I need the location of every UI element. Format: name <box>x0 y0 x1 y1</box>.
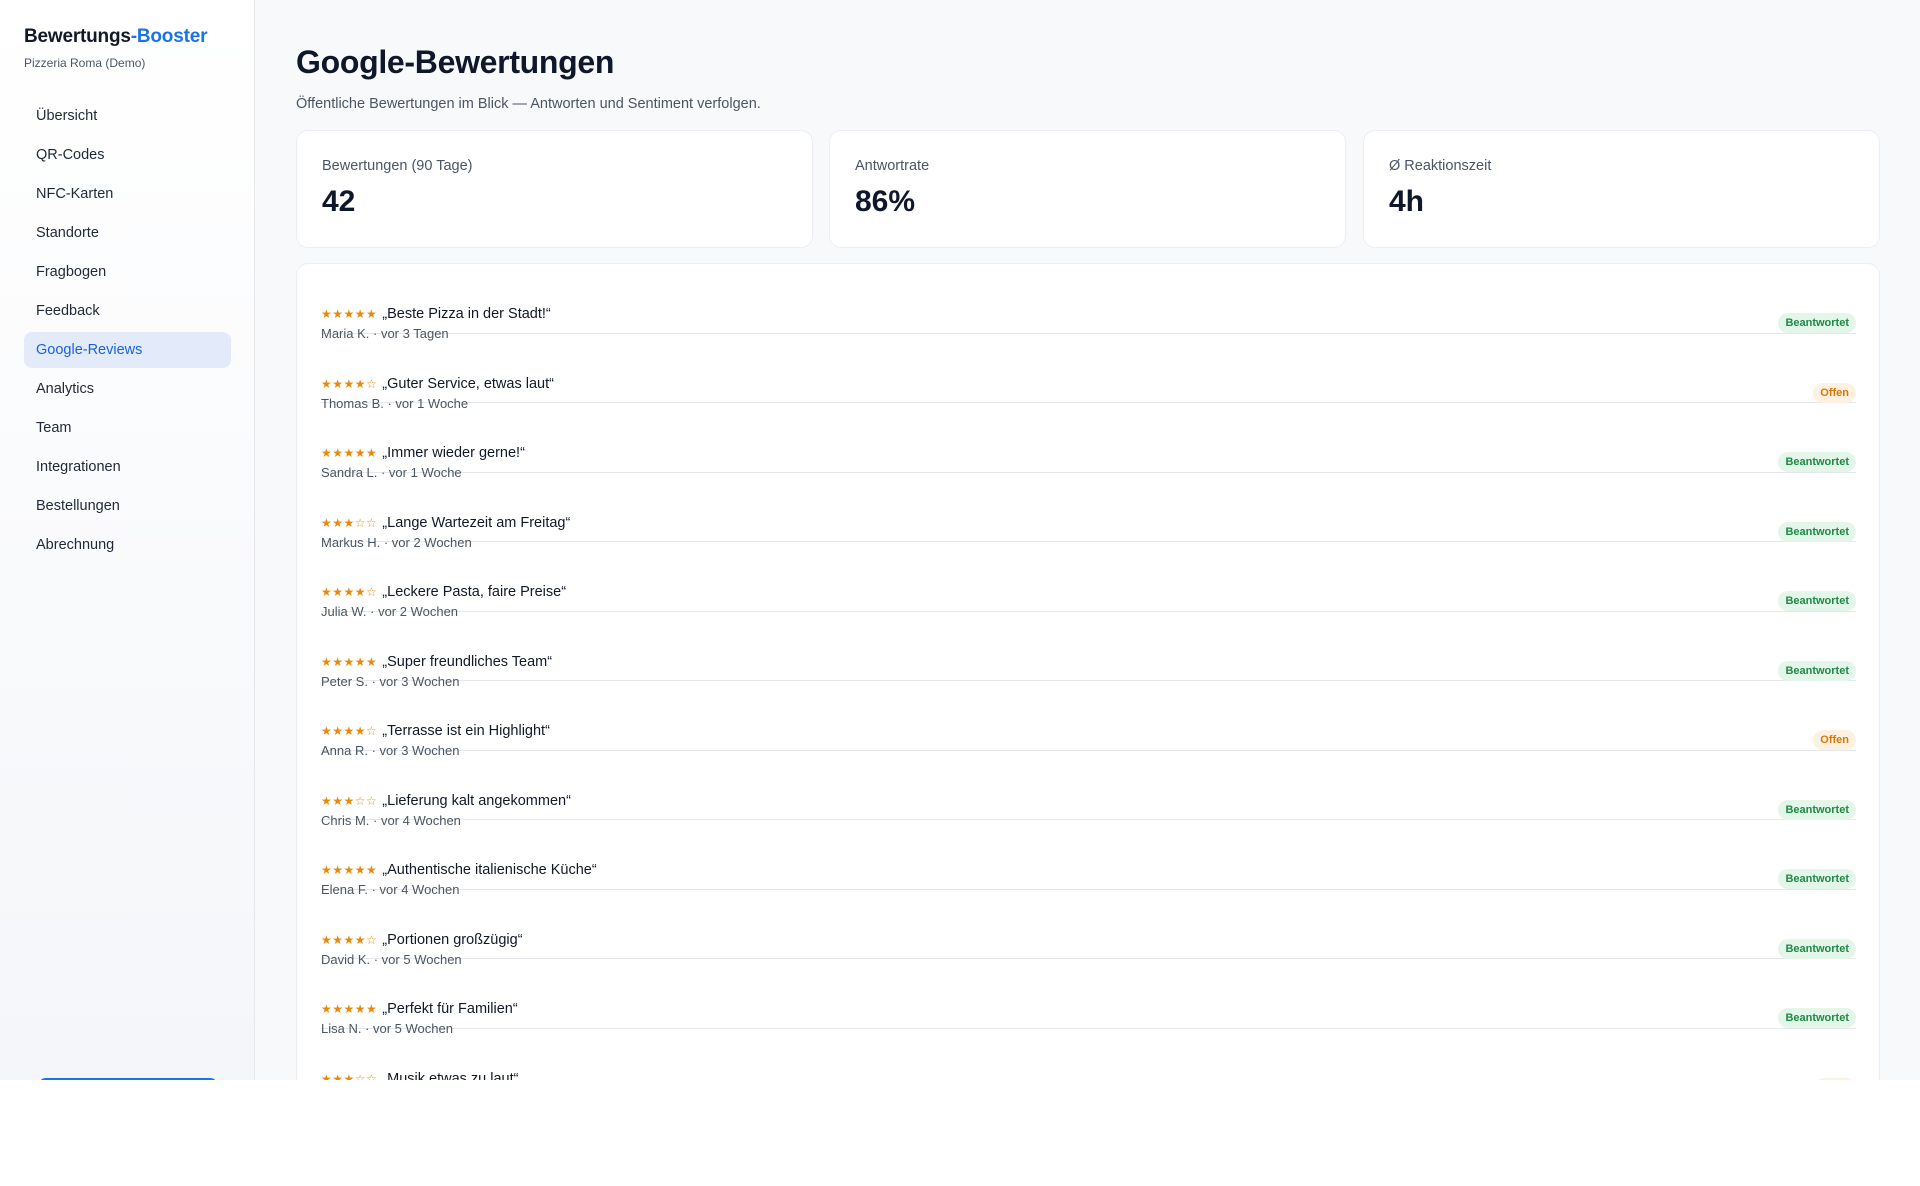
review-title: „Lange Wartezeit am Freitag“ <box>382 514 571 531</box>
sidebar-item-label: Fragbogen <box>36 264 107 280</box>
sidebar-item-abrechnung[interactable]: Abrechnung <box>24 527 231 563</box>
sidebar-item-bestellungen[interactable]: Bestellungen <box>24 488 231 524</box>
brand-subtitle: Pizzeria Roma (Demo) <box>24 56 146 70</box>
star-rating: ★★★★★ <box>321 1002 378 1016</box>
star-rating: ★★★☆☆ <box>321 515 378 530</box>
star-rating: ★★★★★ <box>321 863 378 877</box>
status-badge: Beantwortet <box>1778 313 1856 333</box>
review-row[interactable]: ★★★★☆ „Leckere Pasta, faire Preise“ Julia… <box>321 542 1856 619</box>
stat-value: 86% <box>855 185 916 218</box>
review-title: „Terrasse ist ein Highlight“ <box>382 723 550 739</box>
star-rating: ★★★★☆ <box>321 376 378 391</box>
review-row[interactable]: ★★★★☆ „Portionen großzügig“ David K. · vo… <box>321 890 1856 967</box>
review-title: „Portionen großzügig“ <box>382 931 523 948</box>
brand-name: Bewertungs <box>24 26 131 47</box>
sidebar-item-label: Google-Reviews <box>36 342 143 358</box>
review-title: „Leckere Pasta, faire Preise“ <box>382 584 567 600</box>
sidebar-item-google-reviews[interactable]: Google-Reviews <box>24 332 231 368</box>
stat-card-response-rate: Antwortrate 86% <box>829 130 1346 248</box>
star-rating: ★★★★☆ <box>321 585 378 599</box>
sidebar-item-analytics[interactable]: Analytics <box>24 371 231 407</box>
sidebar-item-integrationen[interactable]: Integrationen <box>24 449 231 485</box>
review-row[interactable]: ★★★☆☆ „Lieferung kalt angekommen“ Chris M… <box>321 751 1856 828</box>
star-rating: ★★★★★ <box>321 654 378 669</box>
review-row[interactable]: ★★★★★ „Beste Pizza in der Stadt!“ Maria K… <box>321 264 1856 341</box>
stat-label: Ø Reaktionszeit <box>1389 158 1492 174</box>
sidebar-item-label: Feedback <box>36 303 100 319</box>
stat-label: Antwortrate <box>855 158 930 174</box>
status-badge: Beantwortet <box>1778 452 1856 472</box>
sidebar-item-label: NFC-Karten <box>36 186 114 202</box>
sidebar-item-label: Bestellungen <box>36 498 120 514</box>
page-subtitle: Öffentliche Bewertungen im Blick — Antwo… <box>296 96 761 112</box>
sidebar-nav: Übersicht QR-Codes NFC-Karten Standorte … <box>24 98 231 566</box>
review-row[interactable]: ★★★★☆ „Guter Service, etwas laut“ Thomas … <box>321 334 1856 411</box>
main-content: Google-Bewertungen Öffentliche Bewertung… <box>256 0 1920 1080</box>
review-list: ★★★★★ „Beste Pizza in der Stadt!“ Maria K… <box>296 263 1880 1080</box>
status-badge <box>1814 1077 1856 1080</box>
review-row[interactable]: ★★★★☆ „Terrasse ist ein Highlight“ Anna R… <box>321 681 1856 758</box>
sidebar: Bewertungs-Booster Pizzeria Roma (Demo) … <box>0 0 255 1080</box>
sidebar-item-label: QR-Codes <box>36 147 105 163</box>
star-rating: ★★★★★ <box>321 307 378 321</box>
status-badge: Offen <box>1813 730 1856 750</box>
status-badge: Beantwortet <box>1778 591 1856 611</box>
sidebar-item-team[interactable]: Team <box>24 410 231 446</box>
sidebar-item-label: Team <box>36 420 72 436</box>
sidebar-item-label: Abrechnung <box>36 537 115 553</box>
stat-card-reviews: Bewertungen (90 Tage) 42 <box>296 130 813 248</box>
status-badge: Beantwortet <box>1778 1008 1856 1028</box>
sidebar-item-label: Übersicht <box>36 108 98 124</box>
sidebar-item-qr-codes[interactable]: QR-Codes <box>24 137 231 173</box>
star-rating: ★★★★☆ <box>321 932 378 947</box>
review-title: „Perfekt für Familien“ <box>382 1001 518 1017</box>
review-title: „Lieferung kalt angekommen“ <box>382 792 571 809</box>
sidebar-item-nfc-karten[interactable]: NFC-Karten <box>24 176 231 212</box>
sidebar-item-label: Standorte <box>36 225 99 241</box>
star-rating: ★★★☆☆ <box>321 793 378 808</box>
status-badge: Beantwortet <box>1778 799 1856 820</box>
stat-card-response-time: Ø Reaktionszeit 4h <box>1363 130 1880 248</box>
review-row[interactable]: ★★★★★ „Immer wieder gerne!“ Sandra L. · v… <box>321 403 1856 480</box>
review-row[interactable]: ★★★☆☆ „Lange Wartezeit am Freitag“ Markus… <box>321 473 1856 550</box>
sidebar-item-label: Analytics <box>36 381 95 397</box>
page-title: Google-Bewertungen <box>296 44 615 80</box>
status-badge: Offen <box>1813 382 1856 403</box>
app-window: Bewertungs-Booster Pizzeria Roma (Demo) … <box>0 0 1920 1080</box>
star-rating: ★★★☆☆ <box>321 1071 378 1081</box>
status-badge: Beantwortet <box>1778 521 1856 542</box>
brand-accent: -Booster <box>130 26 208 47</box>
status-badge: Beantwortet <box>1778 660 1856 681</box>
sidebar-item-label: Integrationen <box>36 459 121 475</box>
review-row[interactable]: ★★★★★ „Super freundliches Team“ Peter S. … <box>321 612 1856 689</box>
review-title: „Immer wieder gerne!“ <box>382 445 525 461</box>
stat-label: Bewertungen (90 Tage) <box>322 158 473 174</box>
review-row[interactable]: ★★★★★ „Perfekt für Familien“ Lisa N. · vo… <box>321 959 1856 1036</box>
review-row[interactable]: ★★★★★ „Authentische italienische Küche“ E… <box>321 820 1856 897</box>
stat-value: 42 <box>322 185 356 218</box>
stat-value: 4h <box>1389 185 1425 218</box>
star-rating: ★★★★★ <box>321 446 378 460</box>
review-title: „Super freundliches Team“ <box>382 653 553 670</box>
review-row[interactable]: ★★★☆☆ „Musik etwas zu laut“ <box>321 1029 1856 1081</box>
star-rating: ★★★★☆ <box>321 724 378 738</box>
sidebar-action-button[interactable] <box>38 1078 218 1080</box>
sidebar-item-fragbogen[interactable]: Fragbogen <box>24 254 231 290</box>
review-title: „Beste Pizza in der Stadt!“ <box>382 306 551 322</box>
status-badge: Beantwortet <box>1778 869 1856 889</box>
status-badge: Beantwortet <box>1778 938 1856 959</box>
sidebar-item-feedback[interactable]: Feedback <box>24 293 231 329</box>
review-title: „Musik etwas zu laut“ <box>382 1070 519 1081</box>
sidebar-item-uebersicht[interactable]: Übersicht <box>24 98 231 134</box>
review-title: „Authentische italienische Küche“ <box>382 862 597 878</box>
sidebar-item-standorte[interactable]: Standorte <box>24 215 231 251</box>
brand-logo: Bewertungs-Booster <box>24 26 207 48</box>
review-title: „Guter Service, etwas laut“ <box>382 375 554 392</box>
